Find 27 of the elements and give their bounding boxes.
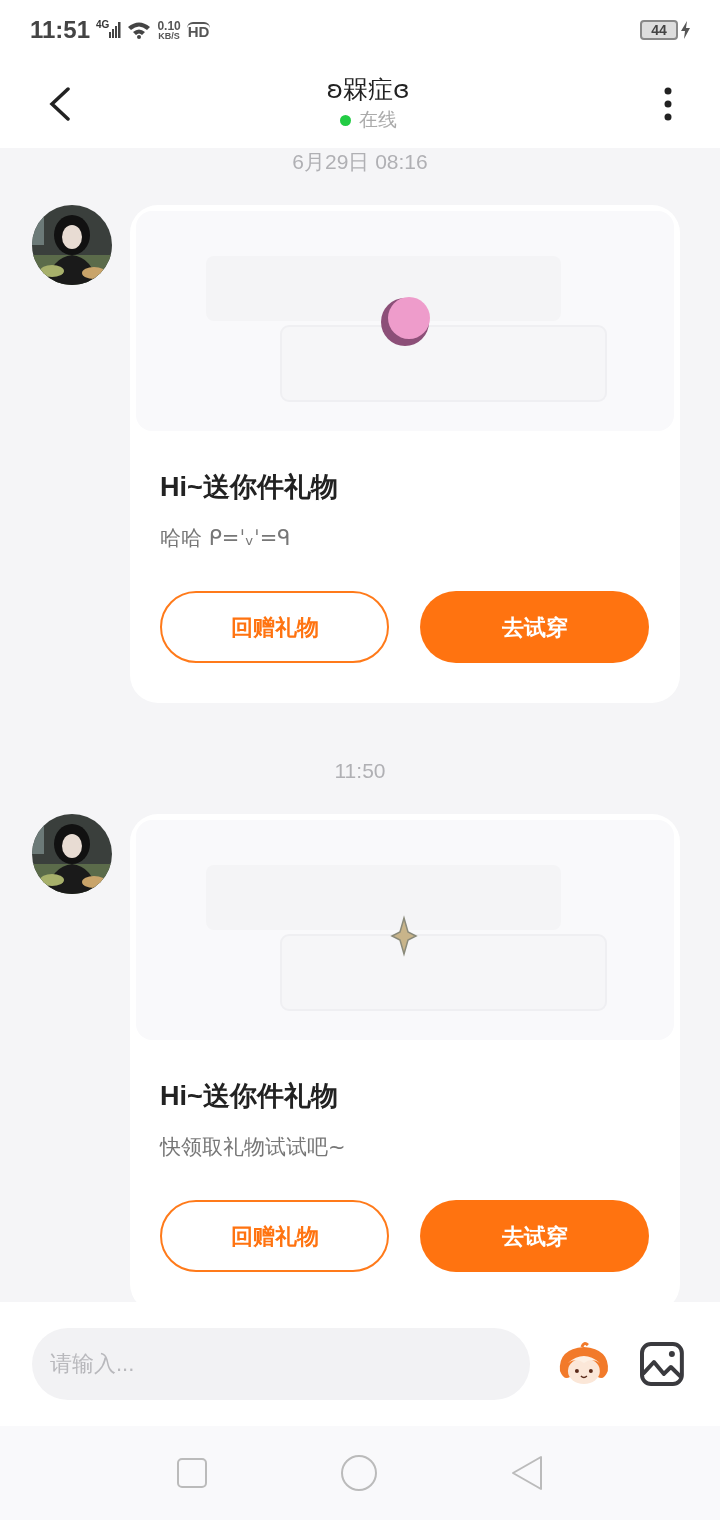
image-icon[interactable] (640, 1342, 684, 1386)
network-type: 4G (96, 20, 110, 30)
home-icon[interactable] (341, 1455, 377, 1491)
clock: 11:51 (30, 15, 91, 45)
return-gift-button[interactable]: 回赠礼物 (160, 591, 389, 663)
gift-title: Hi~送你件礼物 (160, 1080, 339, 1113)
wifi-icon (127, 21, 152, 39)
try-on-button[interactable]: 去试穿 (420, 1200, 649, 1272)
net-speed-unit: KB/S (158, 31, 180, 41)
gift-message: 哈哈 ᑭ=ˈᵥˈ=ᑫ (160, 525, 292, 552)
battery-level: 44 (640, 20, 678, 40)
net-speed: 0.10 (157, 19, 181, 32)
return-gift-button[interactable]: 回赠礼物 (160, 1200, 389, 1272)
message-input[interactable]: 请输入... (32, 1328, 531, 1400)
more-icon[interactable] (664, 87, 672, 121)
chat-title: ʚ槑症ɞ (326, 73, 410, 106)
timestamp: 11:50 (334, 758, 386, 784)
try-on-button[interactable]: 去试穿 (420, 591, 649, 663)
back-icon[interactable] (48, 87, 72, 121)
recents-icon[interactable] (177, 1458, 207, 1488)
hd-label: HD (186, 21, 211, 39)
gift-title: Hi~送你件礼物 (160, 471, 339, 504)
back-nav-icon[interactable] (511, 1455, 543, 1491)
online-status: 在线 (358, 107, 397, 132)
signal-icon (109, 22, 122, 38)
gift-message: 快领取礼物试试吧~ (160, 1134, 347, 1161)
timestamp: 6月29日 08:16 (292, 149, 428, 175)
